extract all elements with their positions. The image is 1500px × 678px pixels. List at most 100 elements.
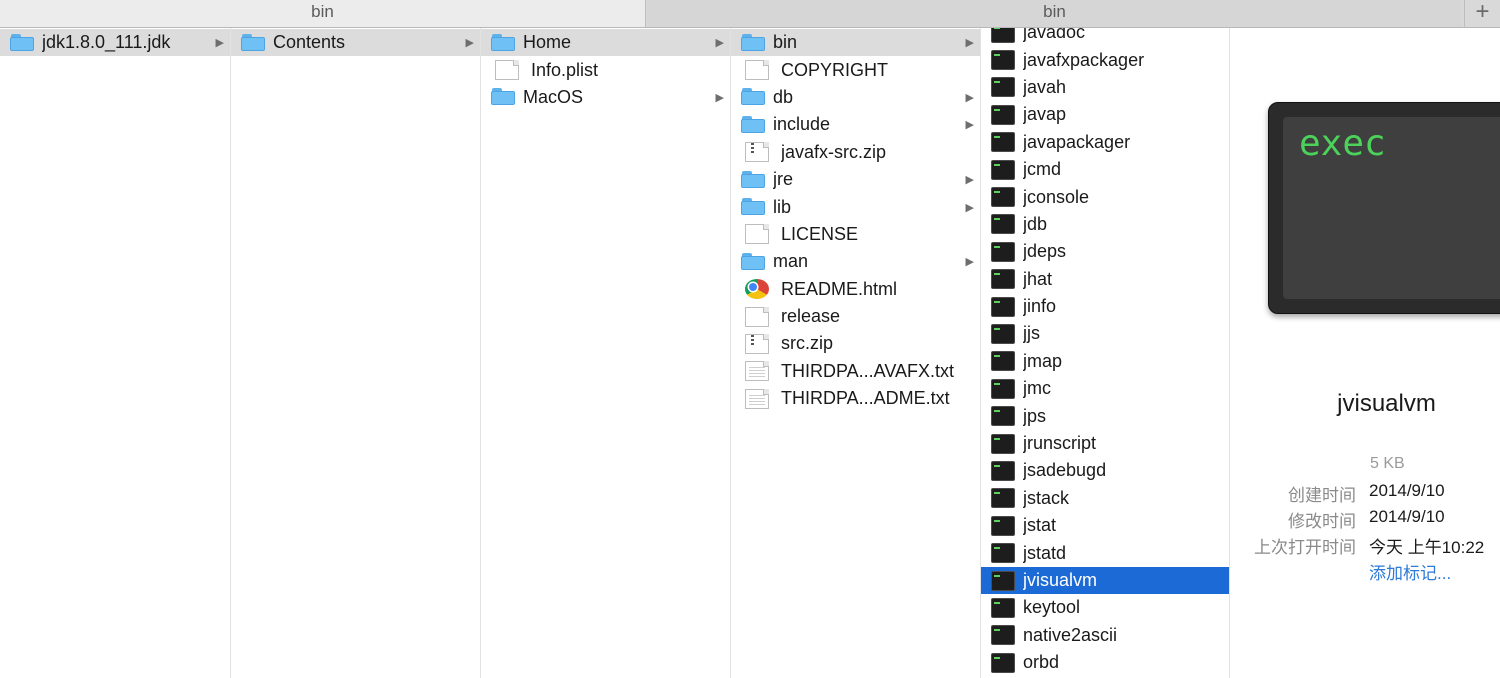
new-tab-button[interactable]: + (1464, 0, 1500, 27)
document-icon (745, 60, 769, 81)
list-item[interactable]: Contents ▶ (231, 29, 480, 57)
list-item[interactable]: THIRDPA...AVAFX.txt (731, 358, 980, 385)
disclosure-arrow-icon: ▶ (215, 37, 224, 50)
list-item[interactable]: orbd (981, 649, 1229, 676)
list-item[interactable]: javadoc (981, 28, 1229, 46)
list-item[interactable]: MacOS ▶ (481, 84, 730, 111)
folder-icon (741, 87, 765, 107)
list-item-label: javap (1023, 104, 1067, 125)
list-item[interactable]: jmc (981, 375, 1229, 402)
tab-bin-1[interactable]: bin (0, 0, 646, 27)
exec-icon (991, 50, 1015, 71)
exec-icon (991, 77, 1015, 98)
exec-icon (991, 241, 1015, 262)
list-item[interactable]: jconsole (981, 183, 1229, 210)
list-item-label: jconsole (1023, 186, 1090, 207)
list-item[interactable]: jcmd (981, 156, 1229, 183)
list-item-label: jjs (1023, 323, 1040, 344)
list-item[interactable]: jjs (981, 320, 1229, 347)
disclosure-arrow-icon: ▶ (965, 201, 974, 214)
exec-icon (991, 570, 1015, 591)
list-item[interactable]: jvisualvm (981, 566, 1229, 595)
exec-icon (991, 351, 1015, 372)
column-4[interactable]: bin ▶ COPYRIGHT db ▶ include ▶ javafx-src.zip jr… (731, 28, 981, 678)
exec-icon (991, 406, 1015, 427)
list-item-label: jcmd (1023, 159, 1062, 180)
exec-icon (991, 104, 1015, 125)
list-item[interactable]: javafxpackager (981, 46, 1229, 73)
list-item-label: jinfo (1023, 296, 1057, 317)
list-item[interactable]: src.zip (731, 330, 980, 357)
list-item[interactable]: jstatd (981, 539, 1229, 566)
list-item[interactable]: Info.plist (481, 56, 730, 83)
column-5[interactable]: javadoc javafxpackager javah javap javapacka… (981, 28, 1230, 678)
chrome-html-icon (745, 279, 769, 300)
column-3[interactable]: Home ▶ Info.plist MacOS ▶ (481, 28, 731, 678)
list-item[interactable]: jinfo (981, 293, 1229, 320)
list-item-label: THIRDPA...AVAFX.txt (781, 360, 955, 381)
list-item[interactable]: jhat (981, 266, 1229, 293)
list-item[interactable]: db ▶ (731, 84, 980, 111)
exec-icon (991, 28, 1015, 43)
list-item[interactable]: lib ▶ (731, 193, 980, 220)
list-item[interactable]: jmap (981, 348, 1229, 375)
list-item[interactable]: jps (981, 402, 1229, 429)
list-item-label: lib (773, 196, 792, 217)
list-item[interactable]: README.html (731, 276, 980, 303)
list-item[interactable]: native2ascii (981, 622, 1229, 649)
list-item-label: jdk1.8.0_111.jdk (42, 32, 171, 53)
plist-file-icon (495, 60, 519, 81)
list-item[interactable]: Home ▶ (481, 29, 730, 57)
text-file-icon (745, 388, 769, 409)
list-item-label: jsadebugd (1023, 460, 1107, 481)
list-item-label: bin (773, 32, 798, 53)
list-item[interactable]: include ▶ (731, 111, 980, 138)
folder-icon (741, 33, 765, 53)
list-item[interactable]: man ▶ (731, 248, 980, 275)
list-item[interactable]: javap (981, 101, 1229, 128)
list-item[interactable]: javah (981, 74, 1229, 101)
exec-icon (991, 378, 1015, 399)
list-item[interactable]: jrunscript (981, 430, 1229, 457)
column-2[interactable]: Contents ▶ (231, 28, 481, 678)
disclosure-arrow-icon: ▶ (965, 91, 974, 104)
disclosure-arrow-icon: ▶ (965, 37, 974, 50)
list-item[interactable]: javapackager (981, 129, 1229, 156)
list-item[interactable]: keytool (981, 594, 1229, 621)
list-item-label: javafxpackager (1023, 49, 1145, 70)
exec-icon (991, 187, 1015, 208)
exec-icon (991, 460, 1015, 481)
tab-bin-2[interactable]: bin (647, 0, 1462, 27)
list-item[interactable]: THIRDPA...ADME.txt (731, 385, 980, 412)
disclosure-arrow-icon: ▶ (715, 91, 724, 104)
list-item[interactable]: COPYRIGHT (731, 56, 980, 83)
exec-icon (991, 214, 1015, 235)
list-item[interactable]: LICENSE (731, 221, 980, 248)
list-item[interactable]: jdb (981, 211, 1229, 238)
list-item-label: jmc (1023, 378, 1051, 399)
disclosure-arrow-icon: ▶ (965, 119, 974, 132)
meta-value: 今天 上午10:22 (1369, 538, 1485, 557)
column-1[interactable]: jdk1.8.0_111.jdk ▶ (0, 28, 231, 678)
list-item[interactable]: jsadebugd (981, 457, 1229, 484)
list-item-label: Info.plist (531, 59, 599, 80)
list-item[interactable]: javafx-src.zip (731, 139, 980, 166)
list-item[interactable]: jstack (981, 485, 1229, 512)
add-tags-link[interactable]: 添加标记... (1369, 559, 1451, 584)
list-item-label: Home (523, 32, 572, 53)
folder-icon (741, 115, 765, 135)
list-item[interactable]: jdk1.8.0_111.jdk ▶ (0, 29, 230, 57)
preview-pane: exec jvisualvm 5 KB 创建时间 2014/9/10 修改时间 … (1230, 28, 1500, 678)
disclosure-arrow-icon: ▶ (965, 256, 974, 269)
list-item[interactable]: jdeps (981, 238, 1229, 265)
list-item-label: include (773, 114, 831, 135)
list-item-label: jdeps (1023, 241, 1067, 262)
list-item-label: javafx-src.zip (781, 141, 887, 162)
folder-icon (491, 87, 515, 107)
list-item[interactable]: jre ▶ (731, 166, 980, 193)
exec-icon (991, 515, 1015, 536)
list-item[interactable]: release (731, 303, 980, 330)
list-item[interactable]: jstat (981, 512, 1229, 539)
meta-key: 修改时间 (1288, 512, 1356, 531)
list-item[interactable]: bin ▶ (731, 29, 980, 57)
